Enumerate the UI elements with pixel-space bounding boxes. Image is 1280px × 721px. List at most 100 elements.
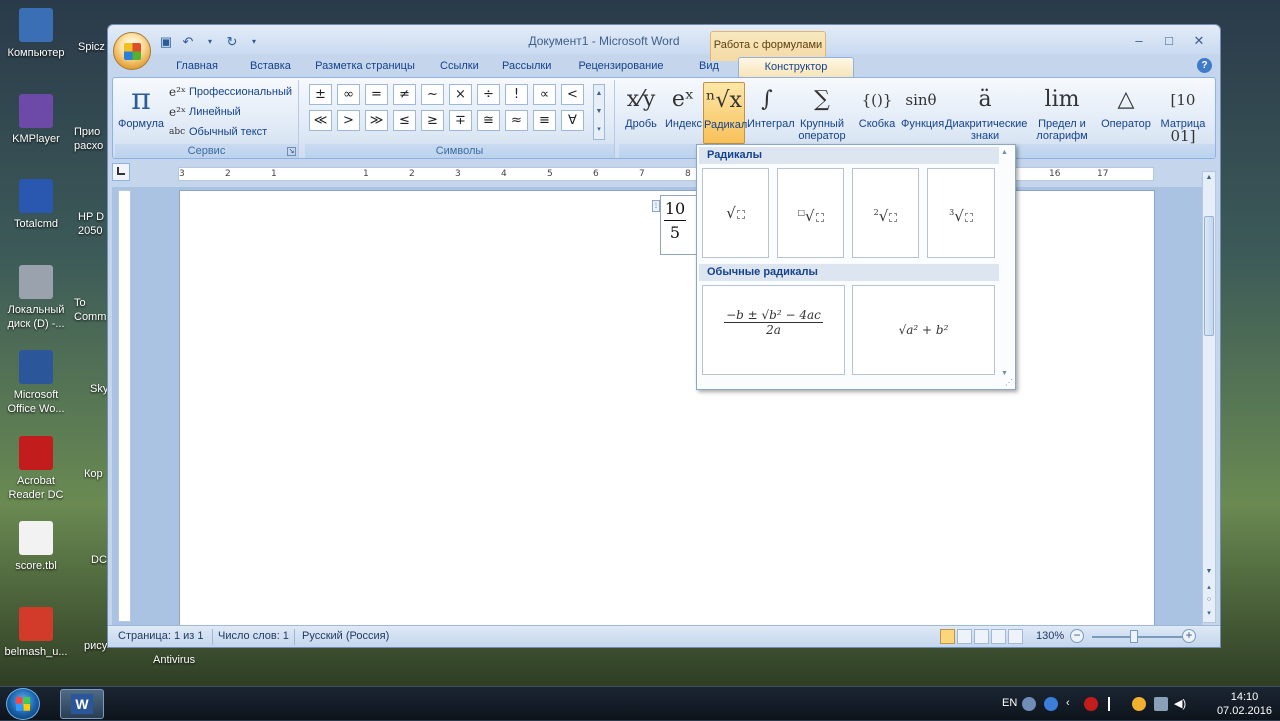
zoom-slider-thumb[interactable] — [1130, 630, 1138, 643]
function-button[interactable]: sinθ Функция — [901, 82, 944, 144]
office-button[interactable] — [113, 32, 151, 70]
equation[interactable]: ⋮ 10 5 — [652, 195, 698, 255]
formula-button[interactable]: π Формула — [117, 82, 165, 142]
resize-grip-icon[interactable]: ⋰ — [1005, 378, 1013, 387]
symbol-button[interactable]: ÷ — [477, 84, 500, 105]
input-language[interactable]: EN — [1002, 697, 1017, 709]
zoom-level[interactable]: 130% — [1036, 630, 1064, 642]
tab-design[interactable]: Конструктор — [738, 57, 854, 77]
full-screen-reading-icon[interactable] — [957, 629, 972, 644]
help-tray-icon[interactable] — [1044, 697, 1058, 711]
maximize-button[interactable]: □ — [1154, 31, 1184, 51]
web-layout-icon[interactable] — [974, 629, 989, 644]
desktop-icon[interactable]: Acrobat Reader DC — [0, 436, 72, 502]
word-count[interactable]: Число слов: 1 — [218, 630, 289, 642]
symbol-button[interactable]: ~ — [421, 84, 444, 105]
page-count[interactable]: Страница: 1 из 1 — [118, 630, 204, 642]
symbol-button[interactable]: < — [561, 84, 584, 105]
language-status[interactable]: Русский (Россия) — [302, 630, 389, 642]
symbol-button[interactable]: ∀ — [561, 110, 584, 131]
next-page-icon[interactable]: ▾ — [1203, 608, 1215, 620]
help-icon[interactable]: ? — [1197, 58, 1212, 73]
tab-review[interactable]: Рецензирование — [562, 57, 680, 77]
print-layout-icon[interactable] — [940, 629, 955, 644]
dialog-launcher-icon[interactable]: ↘ — [287, 147, 296, 156]
symbol-button[interactable]: ∝ — [533, 84, 556, 105]
radical-button[interactable]: ⁿ√x Радикал — [703, 82, 747, 144]
antivirus-tray-icon[interactable] — [1132, 697, 1146, 711]
vertical-ruler[interactable] — [118, 190, 131, 622]
zoom-out-button[interactable]: − — [1070, 629, 1084, 643]
desktop-icon[interactable]: Локальный диск (D) -... — [0, 265, 72, 331]
script-button[interactable]: eˣ Индекс — [665, 82, 702, 144]
prev-page-icon[interactable]: ▴ — [1203, 582, 1215, 594]
square-root-degree-option[interactable]: 2√ — [852, 168, 919, 258]
tab-home[interactable]: Главная — [156, 57, 238, 77]
symbol-button[interactable]: ≈ — [505, 110, 528, 131]
large-operator-button[interactable]: ∑ Крупный оператор — [791, 82, 853, 144]
desktop-partial-label[interactable]: Sky — [90, 382, 108, 396]
matrix-button[interactable]: [10 01] Матрица — [1157, 82, 1209, 145]
record-icon[interactable] — [1084, 697, 1098, 711]
desktop-partial-label[interactable]: To Comm — [74, 296, 108, 324]
symbol-button[interactable]: = — [365, 84, 388, 105]
nth-root-option[interactable]: □√ — [777, 168, 844, 258]
browse-object-icon[interactable]: ○ — [1203, 594, 1215, 606]
operator-button[interactable]: △ Оператор — [1099, 82, 1153, 144]
symbol-button[interactable]: ∓ — [449, 110, 472, 131]
limit-log-button[interactable]: lim Предел и логарифм — [1029, 82, 1095, 144]
desktop-partial-label[interactable]: Spicz — [78, 40, 105, 54]
scroll-thumb[interactable] — [1204, 216, 1214, 336]
fraction-button[interactable]: x⁄y Дробь — [621, 82, 661, 144]
bracket-button[interactable]: {()} Скобка — [857, 82, 897, 144]
symbol-button[interactable]: ! — [505, 84, 528, 105]
desktop-icon[interactable]: KMPlayer — [0, 94, 72, 146]
zoom-in-button[interactable]: + — [1182, 629, 1196, 643]
symbol-button[interactable]: ± — [309, 84, 332, 105]
accent-button[interactable]: ä Диакритические знаки — [945, 82, 1027, 144]
tab-references[interactable]: Ссылки — [428, 57, 490, 77]
square-root-option[interactable]: √ — [702, 168, 769, 258]
equation-handle-icon[interactable]: ⋮ — [652, 200, 660, 212]
desktop-partial-label[interactable]: DC — [91, 553, 107, 567]
tab-page-layout[interactable]: Разметка страницы — [302, 57, 428, 77]
desktop-partial-label[interactable]: HP D 2050 — [78, 210, 108, 238]
taskbar-word-button[interactable]: W — [60, 689, 104, 719]
start-button[interactable] — [6, 688, 40, 720]
symbol-button[interactable]: × — [449, 84, 472, 105]
antivirus-label[interactable]: Antivirus — [153, 653, 195, 667]
symbol-button[interactable]: ≡ — [533, 110, 556, 131]
desktop-partial-label[interactable]: Кор — [84, 467, 103, 481]
scroll-up-icon[interactable]: ▲ — [1203, 172, 1215, 184]
symbol-button[interactable]: ≪ — [309, 110, 332, 131]
close-button[interactable]: ✕ — [1184, 31, 1214, 51]
zoom-slider[interactable] — [1092, 636, 1192, 638]
outline-icon[interactable] — [991, 629, 1006, 644]
tab-view[interactable]: Вид — [680, 57, 738, 77]
symbol-button[interactable]: ≅ — [477, 110, 500, 131]
plain-text-option[interactable]: abc Обычный текст — [169, 122, 267, 142]
desktop-partial-label[interactable]: рису — [84, 639, 107, 653]
vertical-scrollbar[interactable]: ▲ ▼ ▴ ○ ▾ — [1202, 171, 1216, 623]
desktop-icon[interactable]: belmash_u... — [0, 607, 72, 659]
integral-button[interactable]: ∫ Интеграл — [747, 82, 795, 144]
symbol-button[interactable]: ≠ — [393, 84, 416, 105]
pythagorean-option[interactable]: √a² + b² — [852, 285, 995, 375]
quadratic-formula-option[interactable]: −b ± √b² − 4ac 2a — [702, 285, 845, 375]
professional-option[interactable]: e²ˣ Профессиональный — [169, 82, 292, 102]
symbol-button[interactable]: ≤ — [393, 110, 416, 131]
volume-icon[interactable]: ◀) — [1174, 697, 1188, 711]
desktop-icon[interactable]: Totalcmd — [0, 179, 72, 231]
flag-icon[interactable] — [1108, 697, 1122, 711]
cube-root-option[interactable]: 3√ — [927, 168, 995, 258]
symbol-button[interactable]: ≥ — [421, 110, 444, 131]
tab-mailings[interactable]: Рассылки — [490, 57, 562, 77]
scroll-down-icon[interactable]: ▼ — [1203, 566, 1215, 578]
desktop-icon[interactable]: Microsoft Office Wo... — [0, 350, 72, 416]
network-icon[interactable] — [1154, 697, 1168, 711]
show-hidden-icon[interactable]: ‹ — [1066, 697, 1080, 711]
symbol-button[interactable]: ∞ — [337, 84, 360, 105]
desktop-icon[interactable]: Компьютер — [0, 8, 72, 60]
symbol-button[interactable]: ≫ — [365, 110, 388, 131]
gallery-scrollbar[interactable]: ▲ ▼ — [1001, 149, 1013, 377]
